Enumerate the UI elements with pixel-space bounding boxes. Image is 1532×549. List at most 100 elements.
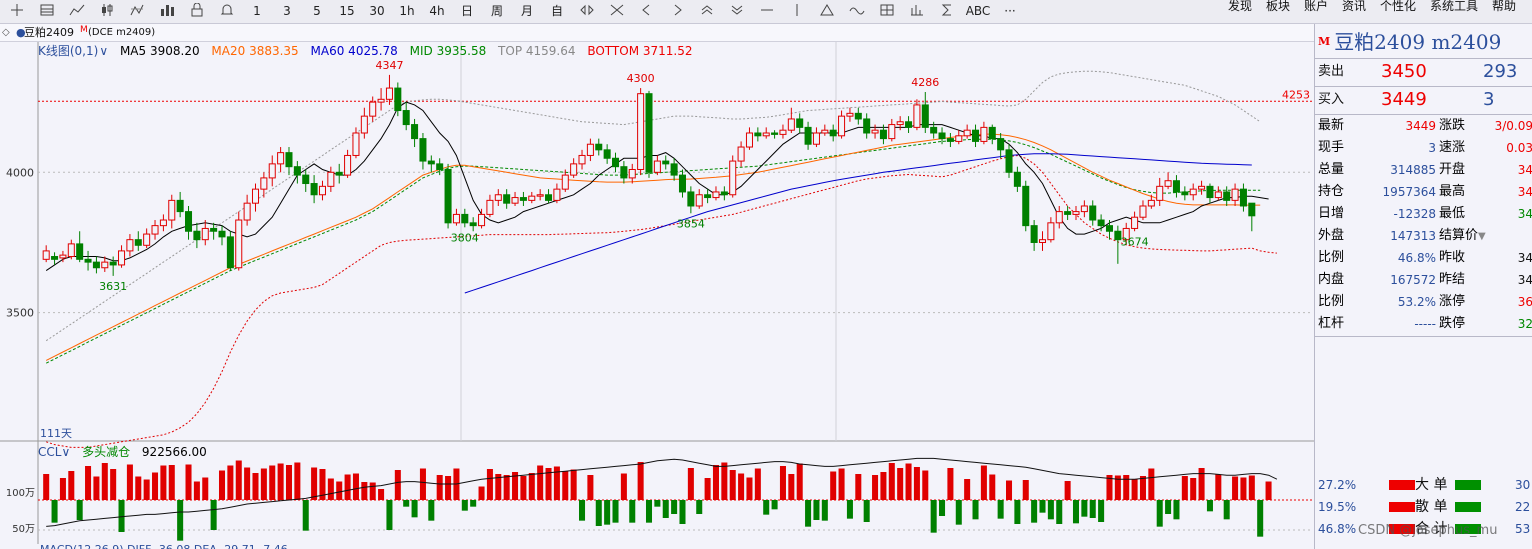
vline-icon[interactable]	[784, 2, 810, 20]
contract-name[interactable]: 豆粕2409	[24, 24, 74, 42]
period-30-button[interactable]: 30	[364, 2, 390, 20]
stat-left-9: 杠杆 -----	[1318, 313, 1436, 335]
period-week-button[interactable]: 周	[484, 2, 510, 20]
candle-body	[385, 87, 393, 100]
period-month-button[interactable]: 月	[514, 2, 540, 20]
volume-bar	[947, 468, 954, 500]
toolbar: 1 3 5 15 30 1h 4h 日周月自 ABC ··· 发现 板块 账户 资讯 个性化 系统工具 帮助	[0, 0, 1532, 24]
macd-label: MACD(12,26,9) DIFF -36.08 DEA -29.71 -7.…	[40, 543, 288, 549]
candle-body	[67, 243, 75, 258]
volume-bar	[796, 463, 803, 500]
candle-body	[486, 199, 494, 215]
stat-label: 最低	[1439, 206, 1466, 221]
ccl-dropdown-icon[interactable]: ∨	[61, 445, 70, 459]
candle-body	[955, 135, 963, 142]
volume-bar	[403, 500, 410, 507]
volume-bar	[1190, 478, 1197, 500]
stat-label: 昨收	[1439, 250, 1466, 265]
ask-row[interactable]: 卖出 3450 293	[1315, 58, 1532, 86]
candle-body	[251, 188, 260, 204]
candle-body	[193, 230, 201, 241]
period-15-button[interactable]: 15	[334, 2, 360, 20]
flow-number: 53	[1515, 522, 1531, 536]
double-down-icon[interactable]	[724, 2, 750, 20]
double-up-icon[interactable]	[694, 2, 720, 20]
period-3-button[interactable]: 3	[274, 2, 300, 20]
triangle-icon[interactable]	[814, 2, 840, 20]
zoom-in-icon[interactable]	[574, 2, 600, 20]
period-custom-button[interactable]: 自	[544, 2, 570, 20]
sigma-icon[interactable]	[934, 2, 960, 20]
grid-icon[interactable]	[874, 2, 900, 20]
wave-icon[interactable]	[844, 2, 870, 20]
volume-bar	[1240, 477, 1247, 500]
arrow-right-icon[interactable]	[664, 2, 690, 20]
bar-chart-icon[interactable]	[154, 2, 180, 20]
indicator-icon[interactable]	[124, 2, 150, 20]
kline-dropdown-icon[interactable]: ∨	[99, 44, 108, 58]
abc-button[interactable]: ABC	[964, 2, 992, 20]
candle-body	[519, 197, 527, 201]
volume-bar	[788, 474, 795, 500]
menu-item-6[interactable]: 帮助	[1492, 0, 1516, 14]
candle-body	[854, 112, 862, 120]
line-chart-icon[interactable]	[64, 2, 90, 20]
settle-dropdown-icon[interactable]: ▼	[1478, 231, 1486, 242]
arrow-left-icon[interactable]	[634, 2, 660, 20]
period-1h-button[interactable]: 1h	[394, 2, 420, 20]
candle-body	[930, 126, 938, 134]
candle-body	[84, 258, 92, 263]
menu-item-3[interactable]: 资讯	[1342, 0, 1366, 14]
volume-bar	[110, 469, 117, 500]
volume-bar	[185, 464, 192, 500]
period-icon-2[interactable]	[34, 2, 60, 20]
y-tick-label: 3500	[6, 307, 34, 320]
volume-bar	[411, 500, 418, 518]
candle-body	[1239, 188, 1247, 207]
volume-bar	[1014, 500, 1021, 524]
menu-item-5[interactable]: 系统工具	[1430, 0, 1478, 14]
collapse-icon[interactable]: ◇	[2, 24, 10, 42]
candle-body	[344, 154, 352, 176]
period-1m-icon[interactable]	[4, 2, 30, 20]
candle-chart-icon[interactable]	[94, 2, 120, 20]
volume-bar	[327, 478, 334, 500]
menu-item-2[interactable]: 账户	[1304, 0, 1328, 14]
ccl-value: 922566.00	[141, 445, 207, 459]
candle-body	[1072, 211, 1080, 215]
candle-body	[293, 166, 301, 176]
candle-body	[369, 101, 377, 117]
stat-value: 34	[1517, 163, 1532, 177]
candle-body	[611, 157, 620, 168]
menu-item-4[interactable]: 个性化	[1380, 0, 1416, 14]
menu-item-1[interactable]: 板块	[1266, 0, 1290, 14]
period-day-button[interactable]: 日	[454, 2, 480, 20]
volume-bar	[1257, 500, 1264, 537]
chart-area[interactable]: 4000 3500 4253 3631 4347 4300 3804 3854 4286 3674…	[0, 42, 1314, 549]
stat-right-5[interactable]: 结算价▼	[1439, 225, 1532, 247]
period-5-button[interactable]: 5	[304, 2, 330, 20]
kline-label[interactable]: K线图(0,1)	[38, 44, 98, 58]
bid-row[interactable]: 买入 3449 3	[1315, 86, 1532, 114]
hline-icon[interactable]	[754, 2, 780, 20]
volume-bar	[754, 468, 761, 500]
alarm-icon[interactable]	[214, 2, 240, 20]
candle-body	[662, 160, 670, 165]
period-1-button[interactable]: 1	[244, 2, 270, 20]
bars-icon[interactable]	[904, 2, 930, 20]
ccl-label[interactable]: CCL	[38, 445, 61, 459]
stat-value: -12328	[1393, 207, 1436, 221]
volume-bar	[369, 482, 376, 500]
lock-icon[interactable]	[184, 2, 210, 20]
volume-bar	[1198, 468, 1205, 500]
stat-value: 3449	[1405, 119, 1436, 133]
volume-bar	[1064, 481, 1071, 500]
candle-body	[771, 132, 779, 135]
price-annotation: 3674	[1121, 235, 1149, 248]
quote-panel: M 豆粕2409 m2409 卖出 3450 293 买入 3449 3 最新 34…	[1314, 24, 1532, 549]
zoom-out-icon[interactable]	[604, 2, 630, 20]
more-icon[interactable]: ···	[996, 2, 1024, 20]
period-4h-button[interactable]: 4h	[424, 2, 450, 20]
volume-bar	[1223, 500, 1230, 520]
menu-item-0[interactable]: 发现	[1228, 0, 1252, 14]
